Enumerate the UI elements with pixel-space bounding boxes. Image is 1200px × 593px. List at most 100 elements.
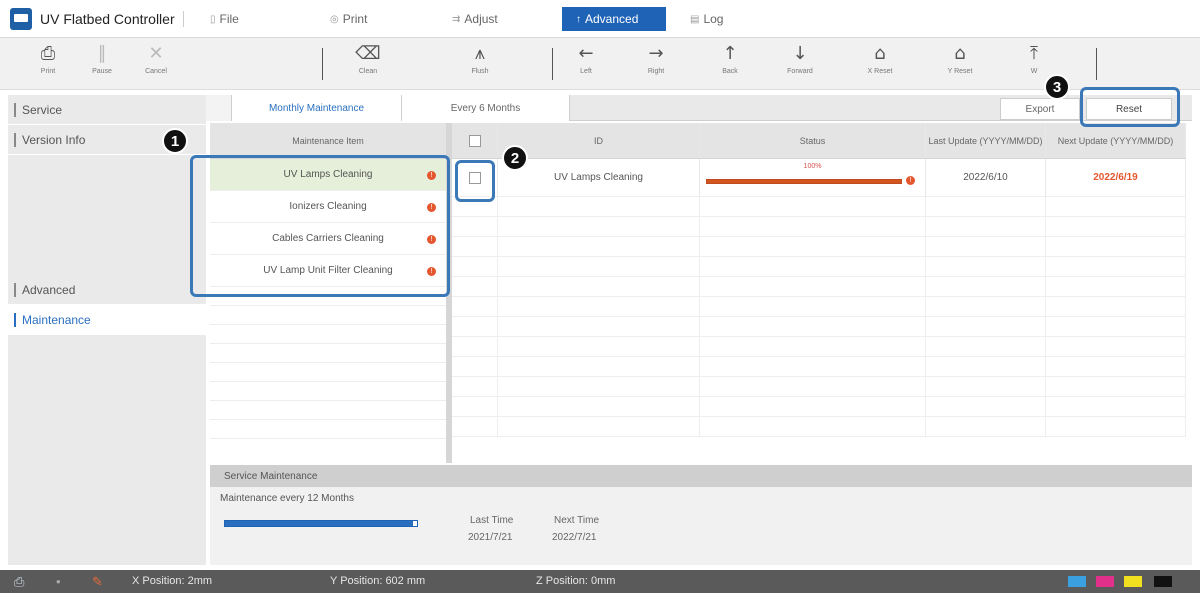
empty-row bbox=[452, 357, 1186, 377]
status-progress-fill bbox=[707, 180, 901, 183]
y-reset-tool-label: Y Reset bbox=[947, 68, 973, 75]
sidebar-marker bbox=[14, 102, 16, 117]
file-icon: ▯ bbox=[210, 13, 216, 25]
toolbar-separator bbox=[552, 48, 553, 80]
status-percent: 100% bbox=[803, 163, 822, 170]
sidebar-marker bbox=[14, 282, 16, 297]
sidebar-item-advanced[interactable]: Advanced bbox=[8, 275, 206, 305]
flush-tool-label: Flush bbox=[471, 68, 489, 75]
row-next-update: 2022/6/19 bbox=[1046, 159, 1186, 196]
forward-tool-button[interactable]: ↓ Forward bbox=[776, 42, 824, 75]
select-all-cell bbox=[452, 123, 498, 158]
x-reset-tool-label: X Reset bbox=[867, 68, 893, 75]
table-row[interactable]: UV Lamps Cleaning 100% ! 2022/6/10 2022/… bbox=[452, 159, 1186, 197]
home-y-icon: ⌂ bbox=[954, 43, 966, 64]
x-reset-tool-button[interactable]: ⌂ X Reset bbox=[856, 42, 904, 75]
empty-row bbox=[452, 337, 1186, 357]
clean-tool-button[interactable]: ⌫ Clean bbox=[344, 42, 392, 75]
cancel-tool-label: Cancel bbox=[145, 68, 167, 75]
menu-adjust[interactable]: ⇉ Adjust bbox=[452, 0, 498, 38]
cancel-icon: ✕ bbox=[148, 43, 164, 64]
left-tool-button[interactable]: ← Left bbox=[562, 42, 610, 75]
next-time-label: Next Time bbox=[554, 515, 600, 526]
sidebar: Service Version Info Advanced Maintenanc… bbox=[8, 95, 206, 565]
y-reset-tool-button[interactable]: ⌂ Y Reset bbox=[936, 42, 984, 75]
warning-icon: ! bbox=[906, 176, 915, 185]
sidebar-marker bbox=[14, 312, 16, 327]
print-icon: ◎ bbox=[330, 13, 339, 25]
sidebar-item-label: Maintenance bbox=[22, 312, 91, 327]
flush-tool-button[interactable]: ⩚ Flush bbox=[456, 42, 504, 75]
flush-icon: ⩚ bbox=[474, 43, 486, 64]
export-button[interactable]: Export bbox=[1000, 98, 1080, 120]
toolbar: ⎙ Print ∥ Pause ✕ Cancel ⌫ Clean ⩚ Flush… bbox=[0, 38, 1200, 90]
menu-print[interactable]: ◎ Print bbox=[330, 0, 367, 38]
menu-advanced[interactable]: ↑ Advanced bbox=[562, 7, 667, 31]
status-bar: ⎙ • ✎ X Position: 2mm Y Position: 602 mm… bbox=[0, 570, 1200, 593]
row-last-update: 2022/6/10 bbox=[926, 159, 1046, 196]
cancel-tool-button[interactable]: ✕ Cancel bbox=[132, 42, 180, 75]
next-time-value: 2022/7/21 bbox=[552, 532, 597, 543]
empty-row bbox=[210, 420, 446, 439]
arrow-up-icon: ↑ bbox=[722, 43, 738, 64]
empty-row bbox=[210, 363, 446, 382]
last-time-label: Last Time bbox=[470, 515, 514, 526]
clean-tool-label: Clean bbox=[358, 68, 378, 75]
status-table: ID Status Last Update (YYYY/MM/DD) Next … bbox=[452, 123, 1186, 463]
print-tool-button[interactable]: ⎙ Print bbox=[24, 42, 72, 75]
empty-row bbox=[452, 417, 1186, 437]
callout-box-1 bbox=[190, 155, 450, 297]
wrench-icon: ✎ bbox=[92, 574, 103, 589]
back-tool-button[interactable]: ↑ Back bbox=[706, 42, 754, 75]
empty-row bbox=[452, 317, 1186, 337]
select-all-checkbox[interactable] bbox=[468, 134, 481, 147]
menu-file[interactable]: ▯ File bbox=[210, 0, 239, 38]
last-time-value: 2021/7/21 bbox=[468, 532, 513, 543]
adjust-icon: ⇉ bbox=[452, 13, 461, 25]
pause-icon: ∥ bbox=[97, 43, 107, 64]
empty-row bbox=[452, 237, 1186, 257]
menu-bar: UV Flatbed Controller ▯ File ◎ Print ⇉ A… bbox=[0, 0, 1200, 38]
maintenance-item-header: Maintenance Item bbox=[210, 123, 446, 159]
empty-row bbox=[452, 377, 1186, 397]
empty-row bbox=[452, 397, 1186, 417]
back-tool-label: Back bbox=[722, 68, 738, 75]
sidebar-item-label: Advanced bbox=[22, 282, 76, 297]
sidebar-item-maintenance[interactable]: Maintenance bbox=[8, 305, 206, 335]
sidebar-marker bbox=[14, 132, 16, 147]
arrow-down-icon: ↓ bbox=[792, 43, 808, 64]
tab-every-6-months[interactable]: Every 6 Months bbox=[402, 95, 570, 121]
ink-black-indicator bbox=[1154, 576, 1172, 587]
empty-row bbox=[210, 344, 446, 363]
w-tool-button[interactable]: ⤒ W bbox=[1010, 42, 1058, 75]
menu-print-label: Print bbox=[342, 12, 368, 26]
menu-file-label: File bbox=[219, 12, 239, 26]
sidebar-item-service[interactable]: Service bbox=[8, 95, 206, 125]
callout-box-2 bbox=[455, 160, 495, 202]
print-tool-label: Print bbox=[40, 68, 56, 75]
last-update-header: Last Update (YYYY/MM/DD) bbox=[926, 123, 1046, 158]
printer-icon: ⎙ bbox=[40, 43, 56, 64]
tab-monthly-maintenance[interactable]: Monthly Maintenance bbox=[232, 95, 402, 121]
service-maintenance-panel: Maintenance every 12 Months Last Time 20… bbox=[210, 487, 1192, 565]
callout-badge-3: 3 bbox=[1044, 74, 1070, 100]
log-icon: ▤ bbox=[690, 13, 700, 25]
empty-row bbox=[452, 277, 1186, 297]
sidebar-item-label: Service bbox=[22, 102, 63, 117]
next-update-header: Next Update (YYYY/MM/DD) bbox=[1046, 123, 1186, 158]
empty-row bbox=[452, 217, 1186, 237]
home-x-icon: ⌂ bbox=[874, 43, 886, 64]
row-status: 100% ! bbox=[700, 159, 926, 196]
app-logo-icon bbox=[10, 7, 32, 30]
service-maintenance-header: Service Maintenance bbox=[210, 465, 1192, 487]
ink-magenta-indicator bbox=[1096, 576, 1114, 587]
menu-log[interactable]: ▤ Log bbox=[690, 0, 723, 38]
service-progress-bar bbox=[224, 520, 418, 527]
empty-row bbox=[210, 401, 446, 420]
right-tool-button[interactable]: → Right bbox=[632, 42, 680, 75]
right-tool-label: Right bbox=[647, 68, 665, 75]
toolbar-separator bbox=[322, 48, 323, 80]
callout-box-3 bbox=[1080, 87, 1180, 127]
w-tool-label: W bbox=[1030, 68, 1038, 75]
pause-tool-button[interactable]: ∥ Pause bbox=[78, 42, 126, 75]
